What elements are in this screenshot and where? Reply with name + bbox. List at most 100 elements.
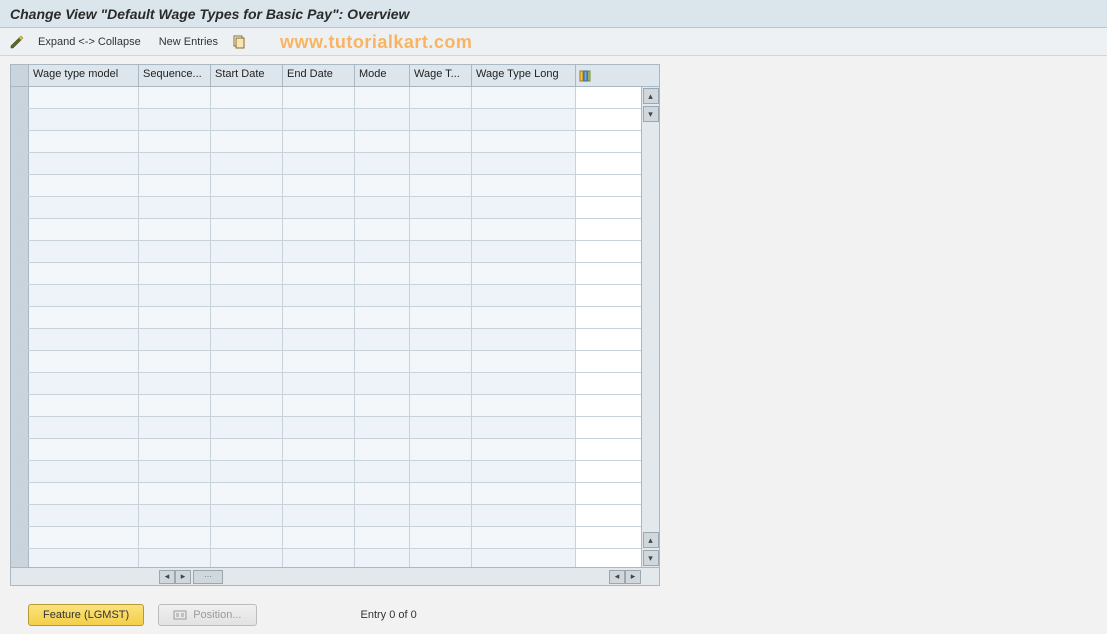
- cell[interactable]: [29, 87, 139, 108]
- column-header-wage-t[interactable]: Wage T...: [410, 65, 472, 86]
- cell[interactable]: [410, 439, 472, 460]
- cell[interactable]: [410, 329, 472, 350]
- cell[interactable]: [410, 197, 472, 218]
- column-header-wage-type-long[interactable]: Wage Type Long: [472, 65, 576, 86]
- vertical-scroll-track[interactable]: [643, 123, 659, 531]
- cell[interactable]: [29, 351, 139, 372]
- cell[interactable]: [410, 417, 472, 438]
- scroll-down-icon[interactable]: ▾: [643, 550, 659, 566]
- cell[interactable]: [355, 285, 410, 306]
- toggle-display-change-icon[interactable]: [8, 33, 26, 51]
- cell[interactable]: [283, 417, 355, 438]
- cell[interactable]: [410, 285, 472, 306]
- cell[interactable]: [139, 219, 211, 240]
- row-selector[interactable]: [11, 329, 29, 350]
- cell[interactable]: [472, 153, 576, 174]
- cell[interactable]: [410, 241, 472, 262]
- row-selector[interactable]: [11, 109, 29, 130]
- cell[interactable]: [283, 505, 355, 526]
- cell[interactable]: [410, 153, 472, 174]
- cell[interactable]: [472, 439, 576, 460]
- scroll-left-icon[interactable]: ◂: [159, 570, 175, 584]
- cell[interactable]: [355, 307, 410, 328]
- cell[interactable]: [283, 439, 355, 460]
- cell[interactable]: [211, 131, 283, 152]
- scroll-right-one-icon[interactable]: ▸: [175, 570, 191, 584]
- cell[interactable]: [410, 175, 472, 196]
- cell[interactable]: [211, 175, 283, 196]
- cell[interactable]: [283, 483, 355, 504]
- cell[interactable]: [29, 263, 139, 284]
- feature-lgmst-button[interactable]: Feature (LGMST): [28, 604, 144, 626]
- cell[interactable]: [472, 373, 576, 394]
- cell[interactable]: [410, 505, 472, 526]
- cell[interactable]: [139, 329, 211, 350]
- cell[interactable]: [472, 263, 576, 284]
- configure-columns-icon[interactable]: [576, 65, 594, 86]
- cell[interactable]: [29, 461, 139, 482]
- cell[interactable]: [211, 197, 283, 218]
- cell[interactable]: [139, 505, 211, 526]
- row-selector[interactable]: [11, 483, 29, 504]
- cell[interactable]: [472, 241, 576, 262]
- cell[interactable]: [211, 329, 283, 350]
- cell[interactable]: [355, 395, 410, 416]
- cell[interactable]: [355, 329, 410, 350]
- cell[interactable]: [283, 153, 355, 174]
- cell[interactable]: [139, 439, 211, 460]
- cell[interactable]: [472, 351, 576, 372]
- cell[interactable]: [410, 373, 472, 394]
- cell[interactable]: [283, 175, 355, 196]
- cell[interactable]: [355, 175, 410, 196]
- cell[interactable]: [283, 329, 355, 350]
- cell[interactable]: [410, 483, 472, 504]
- cell[interactable]: [29, 219, 139, 240]
- cell[interactable]: [283, 461, 355, 482]
- row-selector[interactable]: [11, 197, 29, 218]
- cell[interactable]: [410, 351, 472, 372]
- cell[interactable]: [139, 87, 211, 108]
- cell[interactable]: [472, 549, 576, 567]
- cell[interactable]: [139, 131, 211, 152]
- horizontal-scroll-thumb[interactable]: ⋯: [193, 570, 223, 584]
- row-selector[interactable]: [11, 395, 29, 416]
- row-selector[interactable]: [11, 219, 29, 240]
- cell[interactable]: [29, 307, 139, 328]
- cell[interactable]: [355, 549, 410, 567]
- cell[interactable]: [283, 197, 355, 218]
- cell[interactable]: [139, 395, 211, 416]
- cell[interactable]: [355, 109, 410, 130]
- cell[interactable]: [139, 241, 211, 262]
- cell[interactable]: [29, 285, 139, 306]
- row-selector[interactable]: [11, 549, 29, 567]
- cell[interactable]: [472, 285, 576, 306]
- cell[interactable]: [211, 549, 283, 567]
- cell[interactable]: [211, 241, 283, 262]
- cell[interactable]: [139, 549, 211, 567]
- cell[interactable]: [410, 395, 472, 416]
- scroll-right-icon[interactable]: ▸: [625, 570, 641, 584]
- cell[interactable]: [211, 263, 283, 284]
- cell[interactable]: [211, 87, 283, 108]
- cell[interactable]: [29, 505, 139, 526]
- cell[interactable]: [410, 87, 472, 108]
- row-selector[interactable]: [11, 505, 29, 526]
- cell[interactable]: [410, 131, 472, 152]
- cell[interactable]: [139, 373, 211, 394]
- row-selector[interactable]: [11, 175, 29, 196]
- cell[interactable]: [211, 505, 283, 526]
- cell[interactable]: [29, 241, 139, 262]
- cell[interactable]: [355, 351, 410, 372]
- cell[interactable]: [355, 197, 410, 218]
- cell[interactable]: [211, 219, 283, 240]
- cell[interactable]: [29, 483, 139, 504]
- cell[interactable]: [410, 527, 472, 548]
- new-entries-button[interactable]: New Entries: [153, 34, 224, 50]
- cell[interactable]: [29, 153, 139, 174]
- cell[interactable]: [472, 197, 576, 218]
- cell[interactable]: [283, 131, 355, 152]
- row-selector[interactable]: [11, 285, 29, 306]
- cell[interactable]: [283, 373, 355, 394]
- cell[interactable]: [472, 505, 576, 526]
- column-header-end-date[interactable]: End Date: [283, 65, 355, 86]
